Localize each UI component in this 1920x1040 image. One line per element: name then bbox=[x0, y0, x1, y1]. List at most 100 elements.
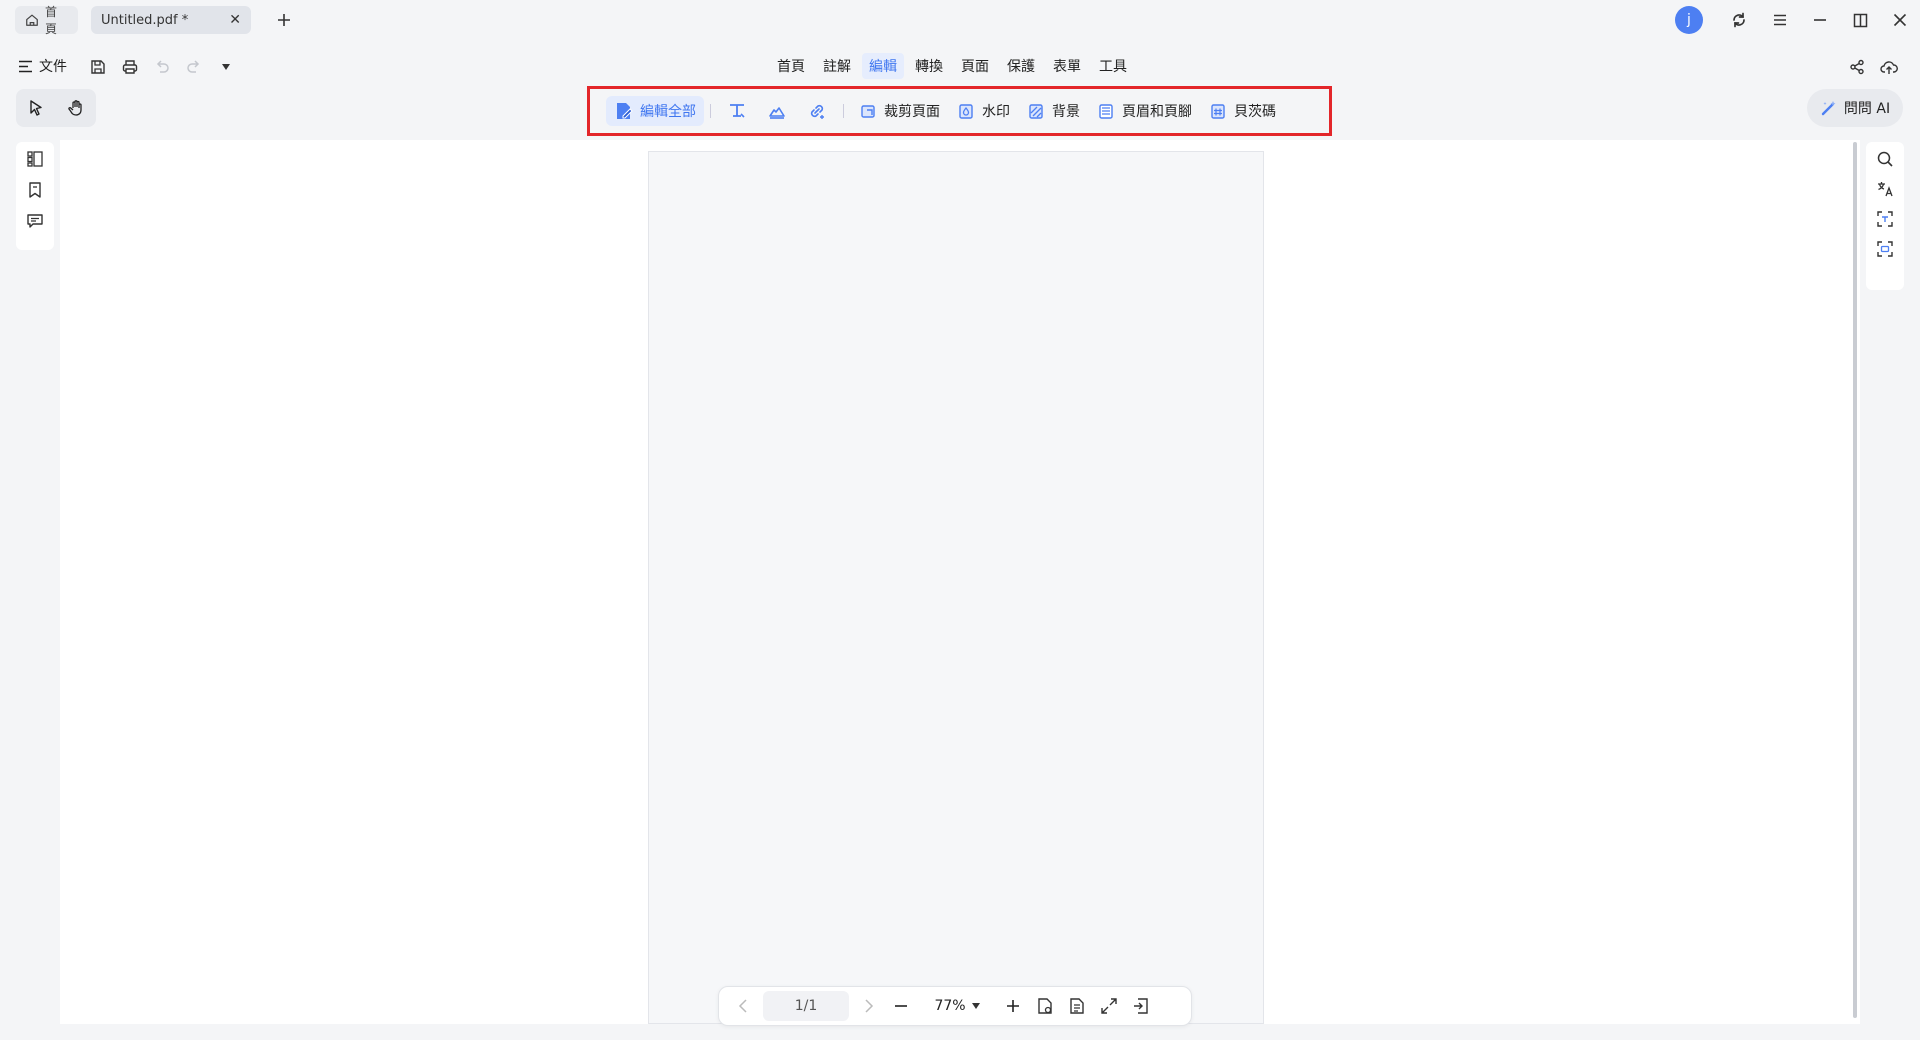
menu-lines-icon bbox=[19, 60, 32, 72]
edit-document-icon bbox=[617, 103, 633, 119]
scan-compare-icon bbox=[1877, 241, 1893, 257]
undo-button[interactable] bbox=[151, 56, 173, 78]
background-button[interactable]: 背景 bbox=[1018, 96, 1088, 126]
text-box-icon bbox=[730, 104, 745, 118]
crop-page-button[interactable]: 裁剪頁面 bbox=[850, 96, 948, 126]
background-label: 背景 bbox=[1052, 104, 1080, 120]
ocr-button[interactable] bbox=[1876, 210, 1894, 228]
zoom-select[interactable]: 77% bbox=[923, 998, 991, 1014]
vertical-scrollbar[interactable] bbox=[1853, 142, 1857, 1018]
tab-annotate[interactable]: 註解 bbox=[816, 53, 858, 79]
exit-icon bbox=[1134, 998, 1148, 1014]
chevron-right-icon bbox=[865, 999, 874, 1013]
file-menu[interactable]: 文件 bbox=[18, 56, 67, 76]
minus-icon bbox=[895, 1005, 907, 1007]
single-page-button[interactable] bbox=[1061, 990, 1093, 1022]
next-page-button[interactable] bbox=[853, 990, 885, 1022]
file-menu-label: 文件 bbox=[39, 59, 67, 75]
print-button[interactable] bbox=[119, 56, 141, 78]
bookmarks-panel-button[interactable] bbox=[26, 181, 44, 199]
watermark-icon bbox=[959, 104, 973, 119]
plus-icon bbox=[278, 14, 290, 26]
left-side-panel bbox=[16, 142, 54, 250]
tab-page[interactable]: 頁面 bbox=[954, 53, 996, 79]
hamburger-icon bbox=[1774, 14, 1786, 26]
previous-page-button[interactable] bbox=[727, 990, 759, 1022]
tab-home[interactable]: 首頁 bbox=[15, 5, 78, 36]
link-icon bbox=[810, 104, 824, 119]
cursor-tool-group bbox=[16, 89, 96, 127]
crop-page-label: 裁剪頁面 bbox=[884, 104, 940, 120]
thumbnails-icon bbox=[27, 151, 43, 167]
cloud-upload-button[interactable] bbox=[1878, 56, 1900, 78]
ribbon-separator bbox=[843, 104, 844, 118]
search-button[interactable] bbox=[1876, 150, 1894, 168]
avatar-letter: j bbox=[1687, 12, 1691, 28]
save-icon bbox=[91, 60, 105, 74]
ai-sparkle-icon bbox=[1821, 101, 1836, 116]
hand-tool[interactable] bbox=[67, 99, 85, 117]
user-avatar[interactable]: j bbox=[1675, 6, 1703, 34]
zoom-out-button[interactable] bbox=[885, 990, 917, 1022]
bates-number-label: 貝茨碼 bbox=[1234, 104, 1276, 120]
edit-all-button[interactable]: 編輯全部 bbox=[606, 96, 704, 126]
watermark-button[interactable]: 水印 bbox=[948, 96, 1018, 126]
edit-ribbon-toolbar: 編輯全部 裁剪頁面 水印 背景 頁眉和頁腳 貝茨碼 bbox=[587, 86, 1332, 136]
chevron-left-icon bbox=[738, 999, 747, 1013]
plus-icon bbox=[1007, 1000, 1019, 1012]
redo-button[interactable] bbox=[183, 56, 205, 78]
page-number-input[interactable]: 1/1 bbox=[763, 991, 849, 1021]
print-icon bbox=[122, 60, 138, 74]
edit-text-button[interactable] bbox=[717, 96, 757, 126]
caret-down-icon bbox=[971, 1003, 980, 1009]
hand-icon bbox=[68, 100, 82, 116]
save-button[interactable] bbox=[87, 56, 109, 78]
close-icon bbox=[1893, 13, 1907, 27]
share-button[interactable] bbox=[1846, 56, 1868, 78]
tab-tools[interactable]: 工具 bbox=[1092, 53, 1134, 79]
bates-number-button[interactable]: 貝茨碼 bbox=[1200, 96, 1284, 126]
tab-edit[interactable]: 編輯 bbox=[862, 53, 904, 79]
compare-button[interactable] bbox=[1876, 240, 1894, 258]
comment-icon bbox=[27, 214, 43, 228]
caret-down-icon bbox=[222, 64, 230, 70]
fullscreen-button[interactable] bbox=[1093, 990, 1125, 1022]
restore-icon bbox=[1853, 13, 1867, 27]
search-icon bbox=[1877, 151, 1893, 167]
edit-all-label: 編輯全部 bbox=[640, 104, 696, 120]
restore-button[interactable] bbox=[1848, 8, 1872, 32]
new-tab-button[interactable] bbox=[272, 8, 296, 32]
sync-button[interactable] bbox=[1727, 8, 1751, 32]
page-navigation-bar: 1/1 77% bbox=[718, 986, 1192, 1026]
select-tool[interactable] bbox=[27, 99, 45, 117]
cloud-upload-icon bbox=[1880, 61, 1898, 74]
close-window-button[interactable] bbox=[1888, 8, 1912, 32]
minimize-button[interactable] bbox=[1808, 8, 1832, 32]
header-footer-button[interactable]: 頁眉和頁腳 bbox=[1088, 96, 1200, 126]
redo-icon bbox=[187, 60, 200, 73]
quick-access-dropdown[interactable] bbox=[215, 56, 237, 78]
undo-icon bbox=[156, 60, 169, 73]
menu-button[interactable] bbox=[1768, 8, 1792, 32]
pdf-page[interactable] bbox=[648, 151, 1264, 1024]
tab-home-menu[interactable]: 首頁 bbox=[770, 53, 812, 79]
watermark-label: 水印 bbox=[982, 104, 1010, 120]
close-tab-icon[interactable]: ✕ bbox=[229, 13, 241, 27]
page-view-icon bbox=[1038, 998, 1052, 1014]
ribbon-separator bbox=[710, 104, 711, 118]
comments-panel-button[interactable] bbox=[26, 212, 44, 230]
tab-document[interactable]: Untitled.pdf * ✕ bbox=[91, 6, 251, 34]
document-tab-label: Untitled.pdf * bbox=[101, 12, 189, 28]
translate-button[interactable] bbox=[1876, 180, 1894, 198]
tab-convert[interactable]: 轉換 bbox=[908, 53, 950, 79]
edit-link-button[interactable] bbox=[797, 96, 837, 126]
thumbnails-panel-button[interactable] bbox=[26, 150, 44, 168]
home-tab-label: 首頁 bbox=[45, 5, 58, 36]
ask-ai-button[interactable]: 問問 AI bbox=[1807, 89, 1903, 127]
fit-page-button[interactable] bbox=[1029, 990, 1061, 1022]
zoom-in-button[interactable] bbox=[997, 990, 1029, 1022]
exit-view-button[interactable] bbox=[1125, 990, 1157, 1022]
edit-image-button[interactable] bbox=[757, 96, 797, 126]
tab-form[interactable]: 表單 bbox=[1046, 53, 1088, 79]
tab-protect[interactable]: 保護 bbox=[1000, 53, 1042, 79]
